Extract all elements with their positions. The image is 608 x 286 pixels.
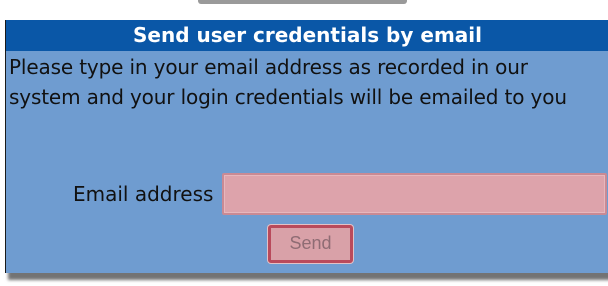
- instructions-text: Please type in your email address as rec…: [9, 55, 567, 109]
- send-button[interactable]: Send: [268, 225, 353, 263]
- top-edge-decoration: [198, 0, 407, 4]
- email-field[interactable]: [222, 173, 607, 215]
- send-credentials-dialog: Send user credentials by email Please ty…: [5, 20, 608, 273]
- dialog-title: Send user credentials by email: [6, 20, 608, 51]
- email-label: Email address: [73, 182, 214, 206]
- email-row: Email address: [6, 173, 608, 217]
